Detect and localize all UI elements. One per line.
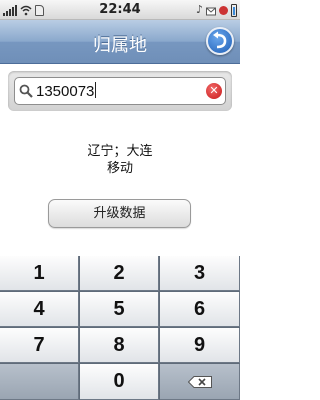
- alarm-icon: [219, 5, 228, 15]
- key-7[interactable]: 7: [0, 328, 79, 363]
- page-title: 归属地: [93, 35, 147, 56]
- search-input[interactable]: 1350073 ✕: [14, 77, 226, 105]
- key-0[interactable]: 0: [80, 364, 159, 400]
- key-blank: [0, 364, 79, 400]
- upgrade-data-button[interactable]: 升级数据: [48, 199, 191, 228]
- status-right-icons: ♪: [196, 3, 237, 17]
- clear-icon[interactable]: ✕: [206, 83, 222, 99]
- key-8[interactable]: 8: [80, 328, 159, 363]
- music-note-icon: ♪: [195, 3, 203, 16]
- key-5[interactable]: 5: [80, 292, 159, 327]
- back-button[interactable]: [206, 27, 234, 55]
- numeric-keypad: 1 2 3 4 5 6 7 8 9 0: [0, 256, 240, 400]
- nav-bar: 归属地: [0, 20, 240, 64]
- key-3[interactable]: 3: [160, 256, 240, 291]
- notification-icon: [206, 1, 216, 20]
- text-caret: [95, 82, 97, 98]
- delete-key[interactable]: [160, 364, 240, 400]
- search-input-value: 1350073: [36, 83, 95, 100]
- result-carrier: 移动: [106, 161, 133, 176]
- search-icon: [19, 84, 33, 98]
- backspace-icon: [188, 376, 212, 388]
- battery-icon: [231, 3, 237, 17]
- key-9[interactable]: 9: [160, 328, 240, 363]
- search-bar: 1350073 ✕: [8, 71, 232, 111]
- status-bar: 22:44 ♪: [0, 0, 240, 20]
- search-input-value-wrap: 1350073: [36, 82, 97, 100]
- key-2[interactable]: 2: [80, 256, 159, 291]
- key-4[interactable]: 4: [0, 292, 79, 327]
- key-6[interactable]: 6: [160, 292, 240, 327]
- back-arrow-icon: [213, 31, 227, 49]
- key-1[interactable]: 1: [0, 256, 79, 291]
